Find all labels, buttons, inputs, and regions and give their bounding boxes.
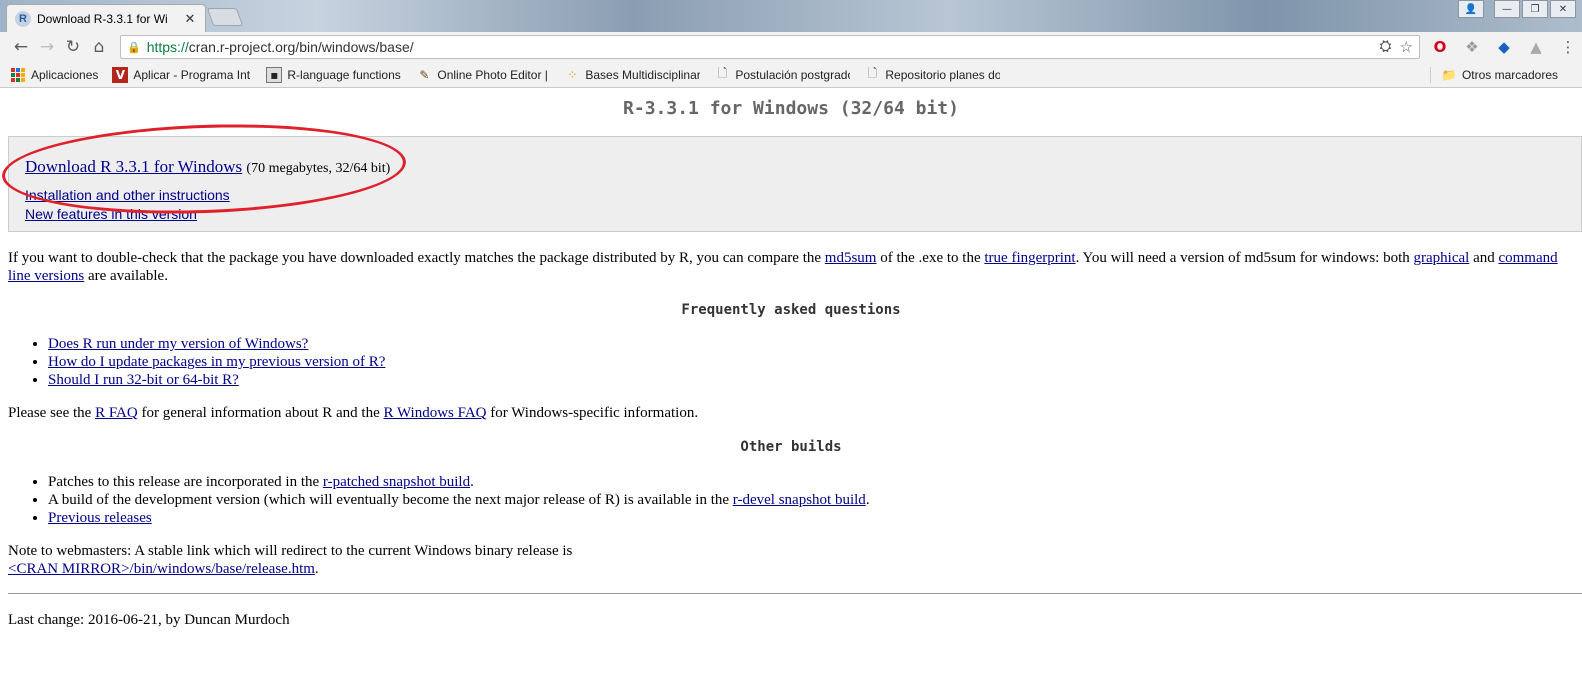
r-logo-icon: R bbox=[15, 10, 31, 27]
home-icon[interactable]: ⌂ bbox=[86, 34, 112, 60]
close-icon[interactable]: ✕ bbox=[183, 11, 197, 27]
text: for Windows-specific information. bbox=[486, 405, 699, 421]
back-arrow-icon[interactable]: ← bbox=[8, 34, 34, 60]
builds-list: Patches to this release are incorporated… bbox=[48, 473, 870, 527]
faq-list: Does R run under my version of Windows? … bbox=[48, 335, 385, 389]
lock-icon: 🔒 bbox=[127, 41, 141, 54]
bookmark-label: Aplicar - Programa Int bbox=[133, 67, 251, 82]
faq-paragraph: Please see the R FAQ for general informa… bbox=[8, 404, 1578, 422]
url-scheme: https:// bbox=[146, 39, 189, 55]
md5sum-link[interactable]: md5sum bbox=[825, 250, 877, 266]
other-builds-heading: Other builds bbox=[740, 439, 842, 455]
document-icon: 🗋 bbox=[867, 66, 878, 81]
drive-icon[interactable]: ▲ bbox=[1526, 37, 1546, 57]
release-link[interactable]: <CRAN MIRROR>/bin/windows/base/release.h… bbox=[8, 561, 315, 577]
previous-releases-link[interactable]: Previous releases bbox=[48, 510, 152, 526]
bookmark-label: R-language functions bbox=[287, 67, 401, 82]
bookmark-other-folder[interactable]: 📁 Otros marcadores bbox=[1429, 67, 1558, 83]
address-bar[interactable]: 🔒 https:// cran.r-project.org/bin/window… bbox=[120, 35, 1420, 59]
document-icon: 🗋 bbox=[717, 66, 728, 81]
opera-icon[interactable]: O bbox=[1430, 37, 1450, 57]
reload-icon[interactable]: ↻ bbox=[60, 34, 86, 60]
text: and bbox=[1469, 250, 1499, 266]
tab-title: Download R-3.3.1 for Wi bbox=[37, 11, 168, 26]
bookmark-postulacion[interactable]: 🗋 Postulación postgrado bbox=[714, 66, 851, 83]
text: . You will need a version of md5sum for … bbox=[1075, 250, 1414, 266]
bookmark-label: Repositorio planes do bbox=[885, 67, 1001, 82]
folder-icon: 📁 bbox=[1441, 68, 1457, 82]
browser-toolbar: ← → ↻ ⌂ 🔒 https:// cran.r-project.org/bi… bbox=[0, 32, 1582, 62]
bookmark-label: Online Photo Editor | bbox=[437, 67, 548, 82]
list-item: A build of the development version (whic… bbox=[48, 491, 870, 509]
text: . bbox=[865, 492, 870, 508]
bookmarks-bar: Aplicaciones V Aplicar - Programa Int ▪ … bbox=[0, 62, 1582, 88]
checksum-paragraph: If you want to double-check that the pac… bbox=[8, 249, 1578, 285]
restore-button[interactable]: ❐ bbox=[1522, 0, 1548, 18]
r-devel-link[interactable]: r-devel snapshot build bbox=[733, 492, 866, 508]
text: Please see the bbox=[8, 405, 96, 421]
graphical-link[interactable]: graphical bbox=[1414, 250, 1470, 266]
minimize-button[interactable]: — bbox=[1494, 0, 1520, 18]
text: . bbox=[314, 561, 319, 577]
bookmark-label: Otros marcadores bbox=[1461, 68, 1558, 82]
window-controls: 👤 — ❐ ✕ bbox=[1458, 0, 1576, 18]
bookmark-r-language[interactable]: ▪ R-language functions bbox=[266, 66, 402, 83]
list-item: How do I update packages in my previous … bbox=[48, 353, 385, 371]
apps-icon bbox=[10, 67, 26, 83]
text: If you want to double-check that the pac… bbox=[8, 250, 825, 266]
close-window-button[interactable]: ✕ bbox=[1550, 0, 1576, 18]
list-item: Patches to this release are incorporated… bbox=[48, 473, 870, 491]
dots-icon: ⁘ bbox=[567, 67, 578, 82]
webmaster-note: Note to webmasters: A stable link which … bbox=[8, 542, 1578, 578]
bookmark-label: Bases Multidisciplinar bbox=[585, 67, 701, 82]
user-profile-icon[interactable]: 👤 bbox=[1458, 0, 1484, 18]
text: for general information about R and the bbox=[137, 405, 384, 421]
list-item: Should I run 32-bit or 64-bit R? bbox=[48, 371, 385, 389]
text: of the .exe to the bbox=[876, 250, 985, 266]
faq-heading: Frequently asked questions bbox=[681, 302, 901, 318]
bookmark-label: Postulación postgrado bbox=[735, 67, 851, 82]
browser-tab[interactable]: R Download R-3.3.1 for Wi ✕ bbox=[6, 4, 206, 32]
faq-link[interactable]: Should I run 32-bit or 64-bit R? bbox=[48, 372, 239, 388]
tab-strip: R Download R-3.3.1 for Wi ✕ 👤 — ❐ ✕ bbox=[0, 0, 1582, 32]
star-bookmark-icon[interactable]: ☆ bbox=[1400, 38, 1413, 56]
r-faq-link[interactable]: R FAQ bbox=[95, 405, 138, 421]
pencil-icon: ✎ bbox=[419, 67, 430, 82]
r-windows-faq-link[interactable]: R Windows FAQ bbox=[383, 405, 486, 421]
text: . bbox=[470, 474, 474, 490]
bookmark-bases[interactable]: ⁘ Bases Multidisciplinar bbox=[564, 67, 700, 83]
bookmark-aplicar[interactable]: V Aplicar - Programa Int bbox=[112, 66, 252, 83]
dropbox-icon[interactable]: ❖ bbox=[1462, 37, 1482, 57]
extensions-area: O ❖ ◆ ▲ ⋮ bbox=[1430, 37, 1578, 57]
text: are available. bbox=[84, 268, 168, 284]
bookmark-label: Aplicaciones bbox=[31, 67, 99, 82]
translate-icon[interactable]: ⛭ bbox=[1380, 38, 1392, 56]
list-item: Does R run under my version of Windows? bbox=[48, 335, 385, 353]
text: Note to webmasters: A stable link which … bbox=[8, 543, 573, 559]
r-patched-link[interactable]: r-patched snapshot build bbox=[323, 474, 470, 490]
last-change: Last change: 2016-06-21, by Duncan Murdo… bbox=[8, 612, 290, 628]
bookmark-photo-editor[interactable]: ✎ Online Photo Editor | bbox=[416, 67, 550, 83]
menu-icon[interactable]: ⋮ bbox=[1558, 37, 1578, 57]
text: A build of the development version (whic… bbox=[48, 492, 733, 508]
divider bbox=[8, 593, 1582, 594]
v-logo-icon: V bbox=[112, 66, 129, 83]
url-path: cran.r-project.org/bin/windows/base/ bbox=[188, 39, 414, 55]
faq-link[interactable]: Does R run under my version of Windows? bbox=[48, 336, 308, 352]
page-title: R-3.3.1 for Windows (32/64 bit) bbox=[623, 98, 959, 119]
dropbox-blue-icon[interactable]: ◆ bbox=[1494, 37, 1514, 57]
list-item: Previous releases bbox=[48, 509, 870, 527]
new-tab-button[interactable] bbox=[206, 8, 244, 26]
forward-arrow-icon[interactable]: → bbox=[34, 34, 60, 60]
text: Patches to this release are incorporated… bbox=[48, 474, 323, 490]
bookmark-repositorio[interactable]: 🗋 Repositorio planes do bbox=[864, 66, 1001, 83]
faq-link[interactable]: How do I update packages in my previous … bbox=[48, 354, 385, 370]
page-content: R-3.3.1 for Windows (32/64 bit) Download… bbox=[0, 89, 1582, 679]
page-icon: ▪ bbox=[266, 66, 283, 83]
fingerprint-link[interactable]: true fingerprint bbox=[984, 250, 1075, 266]
bookmark-aplicaciones[interactable]: Aplicaciones bbox=[10, 67, 98, 83]
